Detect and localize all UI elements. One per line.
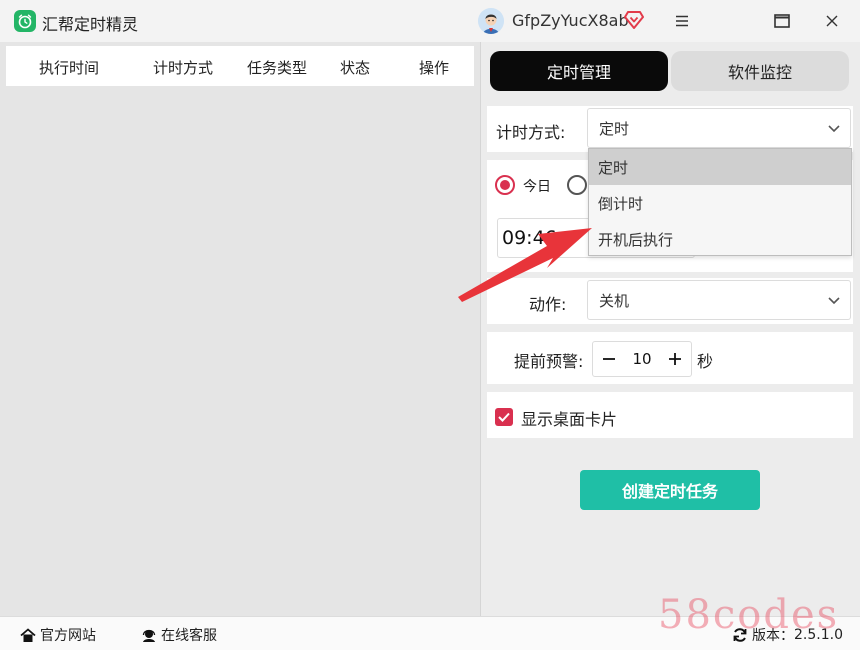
warning-stepper[interactable]: 10 [592,341,692,377]
settings-panel: 定时管理 软件监控 计时方式: 定时 今日 09:46 动作: 关机 提前预警:… [481,42,860,616]
timing-method-dropdown: 定时 倒计时 开机后执行 [588,148,852,256]
close-icon[interactable] [818,8,846,34]
radio-other-day[interactable] [567,175,587,195]
table-header: 执行时间 计时方式 任务类型 状态 操作 [6,46,474,86]
username[interactable]: GfpZyYucX8ab [512,11,629,30]
column-header: 操作 [419,59,450,77]
check-icon [498,412,510,422]
task-table-panel: 执行时间 计时方式 任务类型 状态 操作 [0,42,480,616]
warning-unit: 秒 [697,352,714,371]
time-value: 09:46 [502,227,557,249]
radio-today[interactable] [495,175,515,195]
action-label: 动作: [529,295,567,314]
home-icon [20,627,36,642]
timing-method-value: 定时 [599,119,630,138]
plus-icon[interactable] [659,342,691,376]
title-bar: 汇帮定时精灵 GfpZyYucX8ab [0,0,860,42]
hamburger-menu-icon[interactable] [668,8,696,34]
diamond-icon[interactable] [624,11,644,29]
tab-schedule-management[interactable]: 定时管理 [490,51,668,91]
warning-value[interactable]: 10 [625,342,659,376]
chevron-down-icon [828,125,840,133]
online-support-link[interactable]: 在线客服 [141,625,217,645]
avatar[interactable] [478,8,504,34]
action-card: 动作: 关机 [487,278,853,324]
tab-software-monitor[interactable]: 软件监控 [671,51,849,91]
maximize-icon[interactable] [768,8,796,34]
timing-method-card: 计时方式: 定时 [487,106,853,152]
alarm-clock-icon [14,10,36,32]
warning-label: 提前预警: [514,352,584,371]
dropdown-option-countdown[interactable]: 倒计时 [589,185,851,221]
column-header: 状态 [340,59,371,77]
dropdown-option-after-boot[interactable]: 开机后执行 [589,221,851,257]
action-value: 关机 [599,291,630,310]
official-website-label: 官方网站 [40,628,96,644]
official-website-link[interactable]: 官方网站 [20,625,96,645]
action-select[interactable]: 关机 [587,280,851,320]
minus-icon[interactable] [593,342,625,376]
radio-today-label: 今日 [523,179,551,195]
timing-method-select[interactable]: 定时 [587,108,851,148]
app-title: 汇帮定时精灵 [42,15,139,34]
column-header: 计时方式 [153,59,214,77]
show-card-row: 显示桌面卡片 [487,392,853,438]
create-task-button[interactable]: 创建定时任务 [580,470,760,510]
online-support-label: 在线客服 [161,628,217,644]
timing-method-label: 计时方式: [496,123,566,142]
column-header: 执行时间 [39,59,100,77]
headset-icon [142,629,156,642]
show-card-label: 显示桌面卡片 [521,410,618,429]
chevron-down-icon [828,297,840,305]
watermark: 58codes [658,592,840,638]
column-header: 任务类型 [247,59,308,77]
dropdown-option-scheduled[interactable]: 定时 [589,149,851,185]
show-card-checkbox[interactable] [495,408,513,426]
